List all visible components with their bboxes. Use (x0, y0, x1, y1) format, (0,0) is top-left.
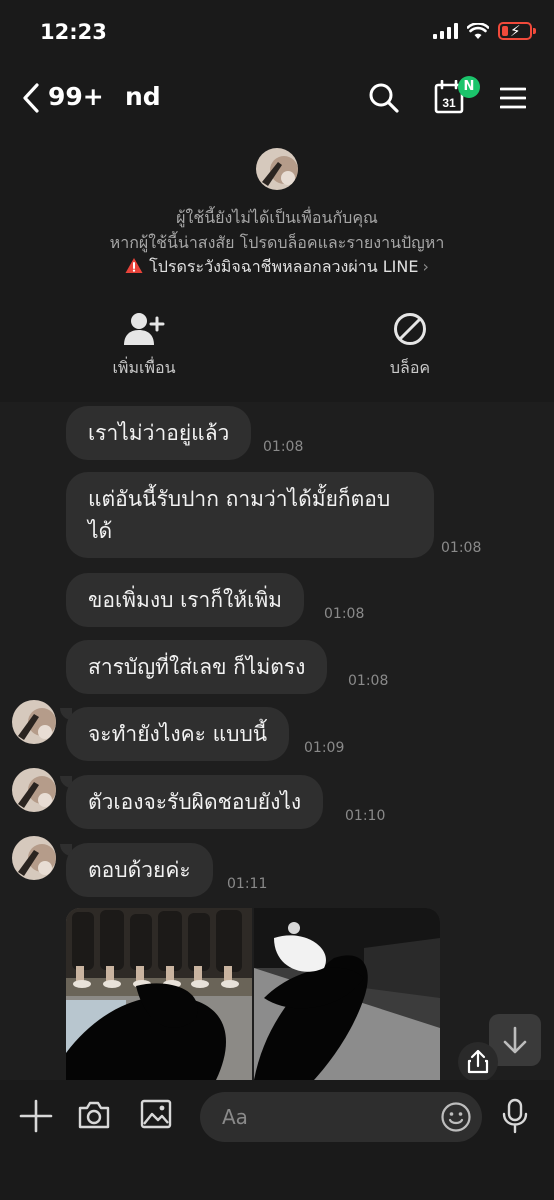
report-notice: หากผู้ใช้นี้น่าสงสัย โปรดบล็อคและรายงานป… (109, 233, 445, 252)
chevron-left-icon[interactable] (20, 82, 42, 114)
message-time: 01:08 (441, 540, 482, 556)
message-text: จะทำยังไงคะ แบบนี้ (88, 722, 268, 746)
search-icon[interactable] (368, 82, 400, 114)
share-button[interactable] (458, 1042, 498, 1080)
not-friend-notice: ผู้ใช้นี้ยังไม่ได้เป็นเพื่อนกับคุณ (176, 208, 378, 227)
chat-name[interactable]: nd (125, 82, 161, 111)
status-icons: ⚡ (433, 22, 536, 40)
message-bubble[interactable]: จะทำยังไงคะ แบบนี้ (66, 707, 290, 761)
message-time: 01:08 (348, 673, 389, 689)
message-text: ตอบด้วยค่ะ (88, 858, 191, 882)
message-bubble[interactable]: เราไม่ว่าอยู่แล้ว (66, 406, 252, 460)
camera-icon[interactable] (77, 1098, 111, 1132)
message-bubble[interactable]: ตอบด้วยค่ะ (66, 843, 213, 897)
message-list[interactable]: เราไม่ว่าอยู่แล้ว 01:08 แต่อันนี้รับปาก … (0, 402, 554, 1080)
message-bubble[interactable]: สารบัญที่ใส่เลข ก็ไม่ตรง (66, 640, 328, 694)
message-text: ตัวเองจะรับผิดชอบยังไง (88, 790, 302, 814)
block-icon (394, 313, 426, 345)
message-bubble[interactable]: แต่อันนี้รับปาก ถามว่าได้มั้ยก็ตอบได้ (66, 472, 434, 558)
photo-message[interactable] (254, 908, 440, 1080)
photo-message[interactable] (66, 908, 252, 1080)
input-placeholder: Aa (222, 1105, 248, 1129)
plus-icon[interactable] (18, 1098, 54, 1134)
status-time: 12:23 (40, 20, 107, 44)
message-text: เราไม่ว่าอยู่แล้ว (88, 421, 230, 445)
chat-header: 99+ nd 31 N (0, 62, 554, 134)
microphone-icon[interactable] (500, 1098, 530, 1134)
stranger-banner: ผู้ใช้นี้ยังไม่ได้เป็นเพื่อนกับคุณ หากผู… (0, 134, 554, 402)
add-friend-icon (124, 313, 165, 345)
fraud-warning-link[interactable]: โปรดระวังมิจฉาชีพหลอกลวงผ่าน LINE › (0, 255, 554, 280)
emoji-icon[interactable] (440, 1101, 472, 1133)
share-icon (467, 1049, 489, 1074)
calendar-day: 31 (442, 96, 456, 110)
message-text: สารบัญที่ใส่เลข ก็ไม่ตรง (88, 655, 306, 679)
new-badge: N (458, 76, 480, 98)
message-time: 01:09 (304, 740, 345, 756)
signal-icon (433, 23, 458, 39)
hamburger-menu-icon[interactable] (500, 86, 526, 110)
message-text: ขอเพิ่มงบ เราก็ให้เพิ่ม (88, 588, 283, 612)
sender-avatar[interactable] (12, 768, 56, 812)
add-friend-button[interactable]: เพิ่มเพื่อน (74, 312, 214, 381)
wifi-icon (467, 22, 489, 39)
block-button[interactable]: บล็อค (340, 312, 480, 381)
message-text: แต่อันนี้รับปาก ถามว่าได้มั้ยก็ตอบได้ (88, 487, 391, 543)
sender-avatar[interactable] (12, 836, 56, 880)
fraud-warning-text: โปรดระวังมิจฉาชีพหลอกลวงผ่าน LINE (149, 257, 419, 276)
message-time: 01:08 (324, 606, 365, 622)
status-bar: 12:23 ⚡ (0, 0, 554, 62)
image-icon[interactable] (140, 1098, 172, 1130)
message-input[interactable]: Aa (200, 1092, 482, 1142)
input-bar: Aa (0, 1080, 554, 1200)
battery-icon: ⚡ (498, 22, 536, 40)
unread-count[interactable]: 99+ (48, 82, 104, 111)
add-friend-label: เพิ่มเพื่อน (112, 358, 176, 377)
message-bubble[interactable]: ขอเพิ่มงบ เราก็ให้เพิ่ม (66, 573, 305, 627)
profile-avatar[interactable] (256, 148, 298, 190)
message-bubble[interactable]: ตัวเองจะรับผิดชอบยังไง (66, 775, 324, 829)
message-time: 01:08 (263, 439, 304, 455)
warning-icon (125, 258, 143, 273)
message-time: 01:11 (227, 876, 268, 892)
sender-avatar[interactable] (12, 700, 56, 744)
chevron-right-icon: › (422, 257, 429, 276)
block-label: บล็อค (389, 358, 431, 377)
message-time: 01:10 (345, 808, 386, 824)
